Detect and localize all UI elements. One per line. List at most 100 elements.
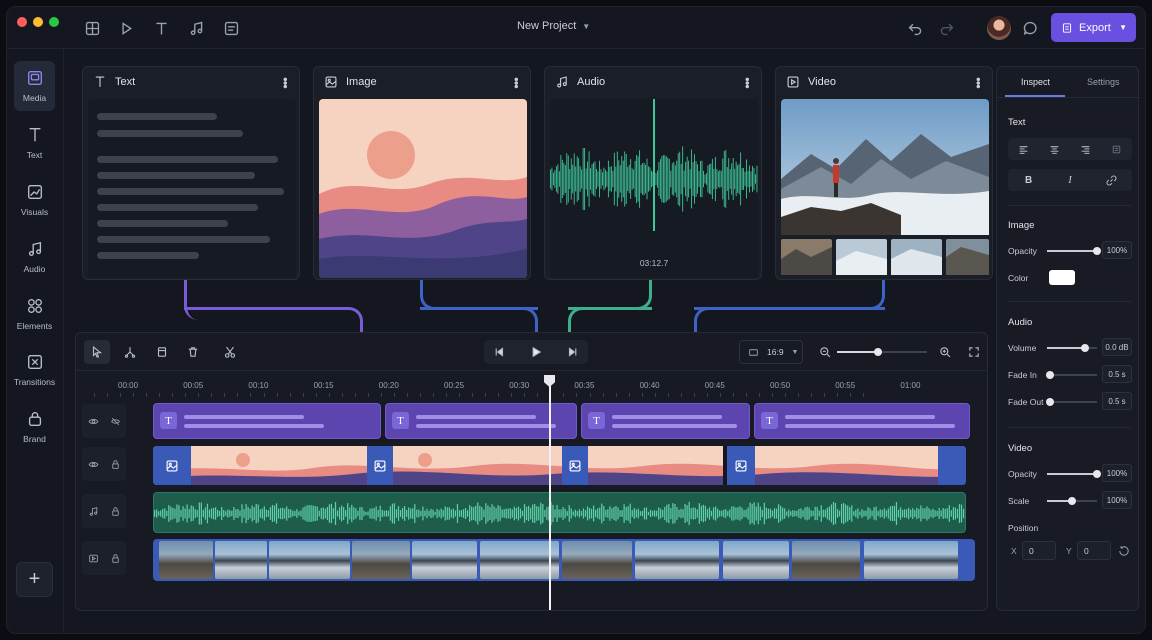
scale-value[interactable]: 100% xyxy=(1102,491,1132,509)
redo-icon[interactable] xyxy=(935,17,957,39)
ruler-tick xyxy=(380,393,382,397)
captions-icon[interactable] xyxy=(220,17,242,39)
lock-icon[interactable] xyxy=(110,506,121,517)
slider-knob[interactable] xyxy=(1046,371,1054,379)
select-tool-icon[interactable] xyxy=(84,340,110,364)
cut-icon[interactable] xyxy=(217,340,243,364)
layout-grid-icon[interactable] xyxy=(81,17,103,39)
fade-out-value[interactable]: 0.5 s xyxy=(1102,392,1132,410)
fade-in-slider[interactable] xyxy=(1046,371,1097,379)
sidebar-item-brand[interactable]: Brand xyxy=(14,402,55,452)
eye-icon[interactable] xyxy=(88,416,99,427)
justify-icon[interactable] xyxy=(1105,144,1129,155)
undo-icon[interactable] xyxy=(904,17,926,39)
image-opacity-value[interactable]: 100% xyxy=(1102,241,1132,259)
ruler-label: 00:50 xyxy=(770,381,791,390)
music-note-icon[interactable] xyxy=(185,17,207,39)
comment-icon[interactable] xyxy=(1019,17,1041,39)
video-opacity-slider[interactable] xyxy=(1047,470,1101,478)
sidebar-item-audio[interactable]: Audio xyxy=(14,232,55,282)
slider-knob[interactable] xyxy=(1080,344,1089,352)
text-card[interactable]: Text ••• xyxy=(82,66,300,280)
chevron-down-icon[interactable]: ▼ xyxy=(1119,23,1127,32)
align-left-icon[interactable] xyxy=(1012,144,1036,155)
lock-icon[interactable] xyxy=(110,553,121,564)
text-icon[interactable] xyxy=(150,17,172,39)
zoom-slider[interactable] xyxy=(837,348,927,356)
skip-forward-icon[interactable] xyxy=(560,340,586,364)
export-button[interactable]: Export ▼ xyxy=(1051,13,1136,42)
zoom-out-icon[interactable] xyxy=(812,340,838,364)
music-note-icon[interactable] xyxy=(88,506,99,517)
sidebar-item-media[interactable]: Media xyxy=(14,61,55,111)
image-clip[interactable] xyxy=(153,446,966,485)
fullscreen-icon[interactable] xyxy=(961,340,987,364)
text-clip[interactable]: T xyxy=(153,403,381,439)
aspect-ratio-value: 16:9 xyxy=(767,347,784,357)
tab-settings[interactable]: Settings xyxy=(1087,77,1120,87)
sidebar-item-text[interactable]: Text xyxy=(14,118,55,168)
slider-knob[interactable] xyxy=(1093,470,1101,478)
video-opacity-value[interactable]: 100% xyxy=(1102,464,1132,482)
fade-out-slider[interactable] xyxy=(1046,398,1097,406)
more-options-icon[interactable]: ••• xyxy=(971,77,986,88)
hide-icon[interactable] xyxy=(110,416,121,427)
bold-icon[interactable]: B xyxy=(1017,175,1041,186)
video-icon[interactable] xyxy=(88,553,99,564)
scale-slider[interactable] xyxy=(1047,497,1097,505)
audio-card[interactable]: Audio ••• 03:12.7 xyxy=(544,66,762,280)
volume-value[interactable]: 0.0 dB xyxy=(1102,338,1132,356)
more-options-icon[interactable]: ••• xyxy=(278,77,293,88)
more-options-icon[interactable]: ••• xyxy=(740,77,755,88)
add-button[interactable]: + xyxy=(16,562,53,597)
sidebar-item-elements[interactable]: Elements xyxy=(14,289,55,339)
eye-icon[interactable] xyxy=(88,459,99,470)
play-icon[interactable] xyxy=(115,17,137,39)
fade-in-value[interactable]: 0.5 s xyxy=(1102,365,1132,383)
sidebar-item-visuals[interactable]: Visuals xyxy=(14,175,55,225)
zoom-in-icon[interactable] xyxy=(932,340,958,364)
reset-icon[interactable] xyxy=(1118,544,1130,562)
align-right-icon[interactable] xyxy=(1074,144,1098,155)
align-center-icon[interactable] xyxy=(1043,144,1067,155)
x-input[interactable]: 0 xyxy=(1022,541,1056,560)
image-opacity-slider[interactable] xyxy=(1047,247,1101,255)
text-clip[interactable]: T xyxy=(581,403,750,439)
aspect-ratio-dropdown[interactable]: 16:9 ▼ xyxy=(739,340,803,364)
maximize-window-button[interactable] xyxy=(49,17,59,27)
link-icon[interactable] xyxy=(1099,175,1123,186)
zoom-slider-knob[interactable] xyxy=(873,348,882,356)
minimize-window-button[interactable] xyxy=(33,17,43,27)
delete-icon[interactable] xyxy=(180,340,206,364)
image-card[interactable]: Image ••• xyxy=(313,66,531,280)
ruler-label: 01:00 xyxy=(900,381,921,390)
italic-icon[interactable]: I xyxy=(1058,175,1082,186)
project-name-dropdown[interactable]: New Project ▼ xyxy=(517,20,590,32)
y-input[interactable]: 0 xyxy=(1077,541,1111,560)
volume-slider[interactable] xyxy=(1047,344,1097,352)
skip-back-icon[interactable] xyxy=(486,340,512,364)
trim-tool-icon[interactable] xyxy=(149,340,175,364)
lock-icon[interactable] xyxy=(110,459,121,470)
text-clip[interactable]: T xyxy=(754,403,970,439)
video-card[interactable]: Video ••• xyxy=(775,66,993,280)
color-swatch[interactable] xyxy=(1049,270,1075,285)
playhead[interactable] xyxy=(549,375,551,610)
video-clip[interactable] xyxy=(153,539,975,581)
close-window-button[interactable] xyxy=(17,17,27,27)
more-options-icon[interactable]: ••• xyxy=(509,77,524,88)
ruler-tick xyxy=(420,393,421,397)
tab-inspect[interactable]: Inspect xyxy=(1021,77,1050,87)
slider-knob[interactable] xyxy=(1046,398,1054,406)
ruler-tick xyxy=(680,393,682,397)
sidebar-item-transitions[interactable]: Transitions xyxy=(14,345,55,395)
audio-clip[interactable] xyxy=(153,492,966,533)
avatar[interactable] xyxy=(987,16,1011,40)
ruler-tick xyxy=(94,393,95,397)
slider-knob[interactable] xyxy=(1068,497,1076,505)
playhead-handle[interactable] xyxy=(544,375,555,387)
slider-knob[interactable] xyxy=(1093,247,1101,255)
brand-icon xyxy=(28,412,41,426)
play-icon[interactable] xyxy=(523,340,549,364)
split-tool-icon[interactable] xyxy=(117,340,143,364)
